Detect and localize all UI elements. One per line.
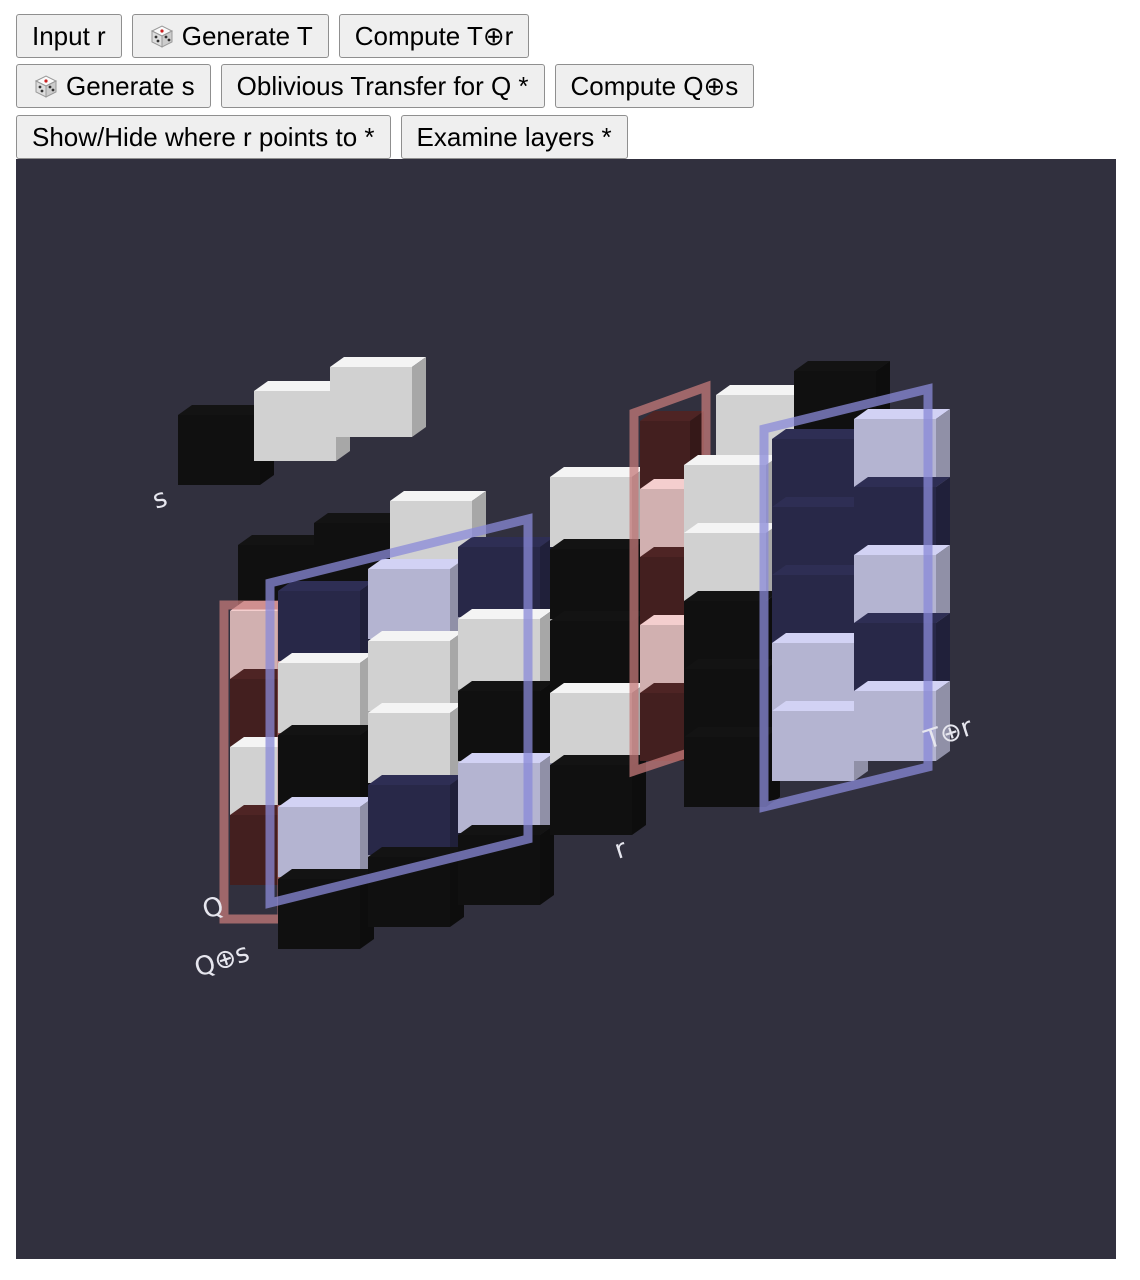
t-cube bbox=[640, 625, 690, 693]
txr-cube bbox=[684, 737, 766, 807]
toolbar-row-2: Generate s Oblivious Transfer for Q * Co… bbox=[16, 64, 755, 108]
t-cube bbox=[640, 421, 690, 489]
t-cube bbox=[640, 557, 690, 625]
r-cube bbox=[550, 621, 632, 691]
qxs-top bbox=[458, 681, 554, 691]
txr-top bbox=[772, 565, 868, 575]
qxs-top bbox=[458, 609, 554, 619]
qxs-top bbox=[278, 653, 374, 663]
txr-top bbox=[772, 497, 868, 507]
txr-top bbox=[854, 613, 950, 623]
examine-layers-label: Examine layers * bbox=[416, 122, 612, 152]
toolbar-row-1: Input r Generate T Compute T⊕r bbox=[16, 14, 530, 58]
qxs-top bbox=[368, 775, 464, 785]
txr-top bbox=[772, 701, 868, 711]
cube-scene[interactable]: s Q Q⊕s r T⊕r bbox=[16, 159, 1116, 1259]
txr-top bbox=[854, 545, 950, 555]
qxs-cube bbox=[278, 663, 360, 733]
txr-top bbox=[854, 477, 950, 487]
qxs-cube bbox=[368, 713, 450, 783]
qxs-top bbox=[278, 797, 374, 807]
txr-cube bbox=[772, 711, 854, 781]
r-cube bbox=[550, 477, 632, 547]
qxs-top bbox=[278, 581, 374, 591]
dice-icon bbox=[150, 25, 173, 48]
qxs-side bbox=[540, 825, 554, 905]
r-cube bbox=[550, 693, 632, 763]
txr-top bbox=[772, 429, 868, 439]
compute-q-xor-s-label: Compute Q⊕s bbox=[570, 71, 739, 101]
label-r: r bbox=[611, 834, 631, 866]
txr-top bbox=[854, 409, 950, 419]
cube-layer bbox=[178, 357, 950, 949]
dice-icon bbox=[34, 75, 58, 98]
qxs-cube bbox=[368, 641, 450, 711]
qxs-top bbox=[390, 491, 486, 501]
oblivious-transfer-q-label: Oblivious Transfer for Q * bbox=[236, 71, 529, 101]
qxs-cube bbox=[278, 735, 360, 805]
generate-t-label: Generate T bbox=[181, 21, 313, 51]
compute-t-xor-r-label: Compute T⊕r bbox=[354, 21, 514, 51]
s-top bbox=[330, 357, 426, 367]
generate-s-button[interactable]: Generate s bbox=[16, 64, 211, 108]
compute-t-xor-r-button[interactable]: Compute T⊕r bbox=[338, 14, 530, 58]
qxs-top bbox=[368, 631, 464, 641]
qxs-top bbox=[278, 725, 374, 735]
qxs-top bbox=[458, 753, 554, 763]
qxs-cube bbox=[278, 591, 360, 661]
txr-top bbox=[772, 633, 868, 643]
t-cube bbox=[640, 489, 690, 557]
s-cube bbox=[178, 415, 260, 485]
input-r-button[interactable]: Input r bbox=[16, 14, 122, 58]
t-top bbox=[794, 361, 890, 371]
r-cube bbox=[550, 549, 632, 619]
toolbar-row-3: Show/Hide where r points to * Examine la… bbox=[16, 115, 628, 159]
qxs-top bbox=[458, 537, 554, 547]
generate-s-label: Generate s bbox=[66, 71, 195, 101]
show-hide-r-button[interactable]: Show/Hide where r points to * bbox=[16, 115, 391, 159]
label-s: s bbox=[149, 483, 171, 516]
qxs-top bbox=[368, 559, 464, 569]
r-cube bbox=[550, 765, 632, 835]
3d-viewport[interactable]: s Q Q⊕s r T⊕r bbox=[16, 159, 1116, 1259]
label-q-xor-s: Q⊕s bbox=[191, 938, 253, 984]
qxs-top bbox=[368, 703, 464, 713]
s-side bbox=[412, 357, 426, 437]
txr-top bbox=[854, 681, 950, 691]
s-cube bbox=[330, 367, 412, 437]
show-hide-r-label: Show/Hide where r points to * bbox=[32, 122, 375, 152]
qxs-top bbox=[458, 825, 554, 835]
qxs-cube bbox=[278, 807, 360, 877]
examine-layers-button[interactable]: Examine layers * bbox=[400, 115, 628, 159]
qxs-cube bbox=[368, 569, 450, 639]
s-cube bbox=[254, 391, 336, 461]
oblivious-transfer-q-button[interactable]: Oblivious Transfer for Q * bbox=[220, 64, 545, 108]
input-r-label: Input r bbox=[32, 21, 106, 51]
qxs-cube bbox=[368, 785, 450, 855]
compute-q-xor-s-button[interactable]: Compute Q⊕s bbox=[554, 64, 755, 108]
generate-t-button[interactable]: Generate T bbox=[131, 14, 329, 58]
